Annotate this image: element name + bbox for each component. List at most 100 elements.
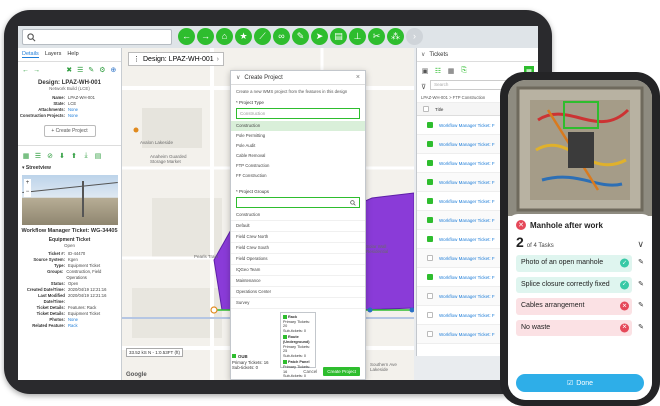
create-project-submit-button[interactable]: Create Project bbox=[323, 366, 360, 376]
close-icon[interactable]: › bbox=[217, 56, 219, 63]
forward-arrow-icon[interactable]: → bbox=[33, 66, 40, 74]
row-checkbox[interactable] bbox=[427, 274, 433, 280]
ticket-link[interactable]: Workflow Manager Ticket: F bbox=[439, 237, 495, 242]
ticket-link[interactable]: Workflow Manager Ticket: F bbox=[439, 256, 495, 261]
project-type-option[interactable]: Pole Permitting bbox=[231, 131, 365, 141]
project-group-option[interactable]: Default bbox=[231, 221, 365, 232]
zoom-icon[interactable]: ⊕ bbox=[110, 66, 117, 74]
field-link[interactable]: Rack bbox=[68, 323, 78, 329]
print-icon[interactable]: ▤ bbox=[330, 28, 347, 45]
chevron-down-icon[interactable]: ∨ bbox=[637, 239, 644, 250]
project-group-option[interactable]: Survey bbox=[231, 298, 365, 309]
field-link[interactable]: None bbox=[68, 113, 78, 119]
close-icon[interactable]: × bbox=[356, 74, 360, 81]
download-icon[interactable]: ⬇ bbox=[58, 152, 66, 160]
project-group-option[interactable]: Field Operations bbox=[231, 254, 365, 265]
list-icon[interactable]: ☰ bbox=[34, 152, 42, 160]
search-input[interactable] bbox=[39, 33, 169, 41]
attachment-icon[interactable]: ⎘ bbox=[460, 67, 468, 75]
pencil-icon[interactable]: ✎ bbox=[638, 324, 644, 333]
forward-arrow-icon[interactable]: → bbox=[197, 28, 214, 45]
pencil-icon[interactable]: ✎ bbox=[638, 259, 644, 268]
more-icon[interactable]: › bbox=[406, 28, 423, 45]
cut-icon[interactable]: ✂ bbox=[368, 28, 385, 45]
map-search[interactable] bbox=[22, 29, 172, 45]
link-icon[interactable]: ∞ bbox=[273, 28, 290, 45]
ticket-link[interactable]: Workflow Manager Ticket: F bbox=[439, 199, 495, 204]
pencil-icon[interactable]: ✎ bbox=[292, 28, 309, 45]
task-item[interactable]: No waste ✕ ✎ bbox=[516, 319, 644, 336]
chevron-down-icon[interactable]: ∨ bbox=[236, 74, 240, 81]
streetview-image[interactable]: + − bbox=[22, 175, 118, 225]
row-checkbox[interactable] bbox=[427, 293, 433, 299]
design-tab[interactable]: ⋮ Design: LPAZ-WH-001 › bbox=[128, 52, 225, 66]
export-icon[interactable]: ⤓ bbox=[82, 152, 90, 160]
edit-icon[interactable]: ✎ bbox=[88, 66, 95, 74]
row-checkbox[interactable] bbox=[427, 122, 433, 128]
project-group-option[interactable]: Construction bbox=[231, 210, 365, 221]
ruler-icon[interactable]: ⟋ bbox=[254, 28, 271, 45]
manhole-photo[interactable] bbox=[508, 80, 652, 216]
project-group-option[interactable]: Maintenance bbox=[231, 276, 365, 287]
ticket-link[interactable]: Workflow Manager Ticket: F bbox=[439, 332, 495, 337]
task-item[interactable]: Cables arrangement ✕ ✎ bbox=[516, 298, 644, 315]
row-checkbox[interactable] bbox=[427, 179, 433, 185]
project-type-option[interactable]: FF Construction bbox=[231, 171, 365, 181]
grid-icon[interactable]: ▦ bbox=[22, 152, 30, 160]
ticket-link[interactable]: Workflow Manager Ticket: F bbox=[439, 294, 495, 299]
ticket-link[interactable]: Workflow Manager Ticket: F bbox=[439, 275, 495, 280]
project-groups-search[interactable] bbox=[236, 197, 360, 208]
ticket-link[interactable]: Workflow Manager Ticket: F bbox=[439, 161, 495, 166]
grid-icon[interactable]: ▦ bbox=[447, 67, 455, 75]
settings-icon[interactable]: ⚙ bbox=[99, 66, 106, 74]
pencil-icon[interactable]: ✎ bbox=[638, 281, 644, 290]
star-icon[interactable]: ★ bbox=[235, 28, 252, 45]
project-group-option[interactable]: Field Crew North bbox=[231, 232, 365, 243]
streetview-zoom-control[interactable]: + − bbox=[24, 179, 31, 197]
close-icon[interactable]: ✖ bbox=[66, 66, 73, 74]
row-checkbox[interactable] bbox=[427, 217, 433, 223]
row-checkbox[interactable] bbox=[427, 198, 433, 204]
list-icon[interactable]: ☰ bbox=[77, 66, 84, 74]
split-icon[interactable]: ⊥ bbox=[349, 28, 366, 45]
ticket-link[interactable]: Workflow Manager Ticket: F bbox=[439, 313, 495, 318]
home-icon[interactable]: ⌂ bbox=[216, 28, 233, 45]
row-checkbox[interactable] bbox=[427, 312, 433, 318]
row-checkbox[interactable] bbox=[427, 255, 433, 261]
filter-icon[interactable]: ⊘ bbox=[46, 152, 54, 160]
task-item[interactable]: Splice closure correctly fixed ✓ ✎ bbox=[516, 276, 644, 293]
ticket-link[interactable]: Workflow Manager Ticket: F bbox=[439, 142, 495, 147]
tab-help[interactable]: Help bbox=[67, 51, 78, 58]
select-all-checkbox[interactable] bbox=[423, 106, 429, 112]
project-group-option[interactable]: IQGeo Team bbox=[231, 265, 365, 276]
navigate-icon[interactable]: ➤ bbox=[311, 28, 328, 45]
project-type-option[interactable]: Construction bbox=[231, 121, 365, 131]
row-checkbox[interactable] bbox=[427, 160, 433, 166]
project-group-option[interactable]: Operations Center bbox=[231, 287, 365, 298]
project-type-select[interactable]: Construction bbox=[236, 108, 360, 119]
pencil-icon[interactable]: ✎ bbox=[638, 302, 644, 311]
save-icon[interactable]: ▣ bbox=[421, 67, 429, 75]
list-icon[interactable]: ☷ bbox=[434, 67, 442, 75]
callout-item-title[interactable]: Route (Underground) bbox=[283, 335, 313, 344]
tab-layers[interactable]: Layers bbox=[45, 51, 62, 58]
row-checkbox[interactable] bbox=[427, 236, 433, 242]
tab-details[interactable]: Details bbox=[22, 51, 39, 58]
ticket-link[interactable]: Workflow Manager Ticket: F bbox=[439, 218, 495, 223]
project-type-option[interactable]: FTP Construction bbox=[231, 161, 365, 171]
row-checkbox[interactable] bbox=[427, 331, 433, 337]
chevron-down-icon[interactable]: ∨ bbox=[421, 51, 425, 58]
row-checkbox[interactable] bbox=[427, 141, 433, 147]
ticket-link[interactable]: Workflow Manager Ticket: F bbox=[439, 123, 495, 128]
filter-icon[interactable]: ⊽ bbox=[421, 83, 426, 91]
project-type-option[interactable]: Pole Audit bbox=[231, 141, 365, 151]
streetview-label[interactable]: ▾ Streetview bbox=[18, 163, 121, 173]
done-button[interactable]: ☑ Done bbox=[516, 374, 644, 392]
project-group-option[interactable]: Field Crew South bbox=[231, 243, 365, 254]
document-icon[interactable]: ▤ bbox=[94, 152, 102, 160]
task-item[interactable]: Photo of an open manhole ✓ ✎ bbox=[516, 255, 644, 272]
back-arrow-icon[interactable]: ← bbox=[178, 28, 195, 45]
back-arrow-icon[interactable]: ← bbox=[22, 66, 29, 74]
ticket-link[interactable]: Workflow Manager Ticket: F bbox=[439, 180, 495, 185]
project-type-option[interactable]: Cable Removal bbox=[231, 151, 365, 161]
